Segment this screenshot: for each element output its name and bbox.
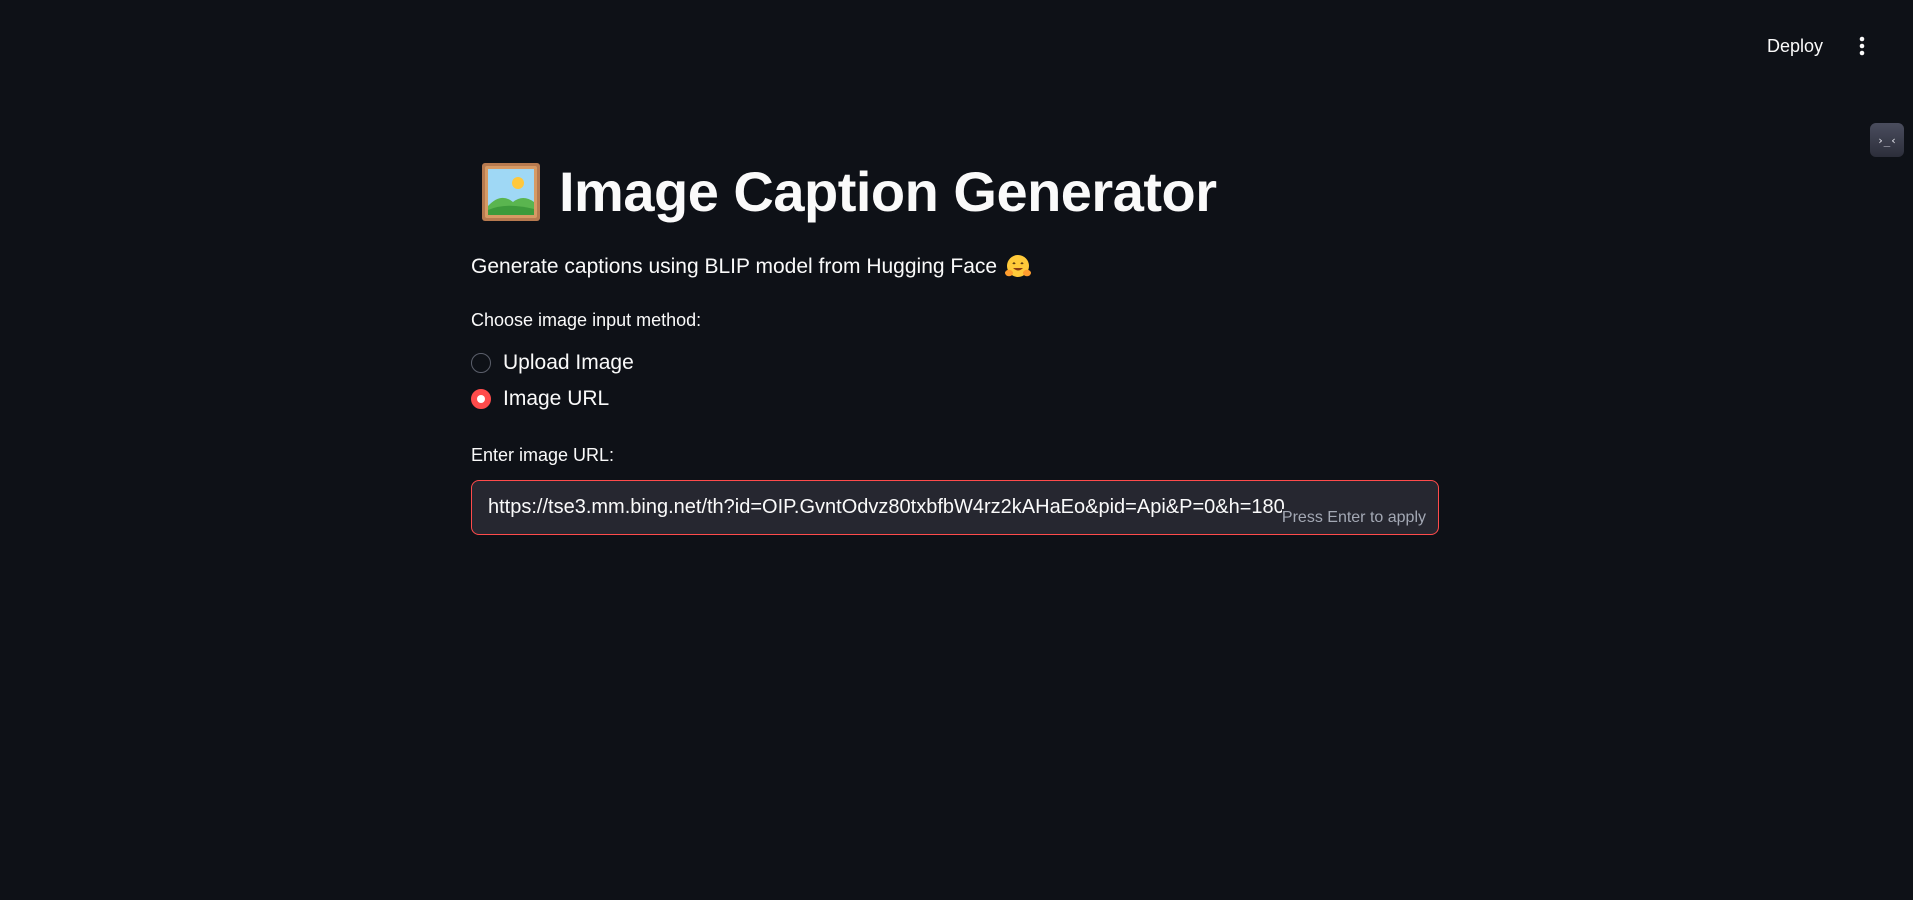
subtitle: Generate captions using BLIP model from … (471, 254, 1439, 280)
input-method-label: Choose image input method: (471, 310, 702, 330)
deploy-button[interactable]: Deploy (1753, 30, 1837, 62)
framed-picture-icon (482, 163, 540, 221)
url-field-label: Enter image URL: (471, 445, 615, 465)
hugging-face-icon (1005, 255, 1032, 277)
subtitle-text: Generate captions using BLIP model from … (471, 255, 998, 278)
main-content: Image Caption Generator Generate caption… (471, 150, 1439, 535)
url-input[interactable]: https://tse3.mm.bing.net/th?id=OIP.GvntO… (488, 481, 1288, 534)
radio-option-image-url[interactable]: Image URL (471, 381, 1439, 417)
url-input-container[interactable]: https://tse3.mm.bing.net/th?id=OIP.GvntO… (471, 480, 1439, 535)
radio-selected-icon[interactable] (471, 389, 491, 409)
input-method-radio-group: Upload Image Image URL (471, 345, 1439, 417)
radio-unselected-icon[interactable] (471, 353, 491, 373)
radio-option-label: Upload Image (503, 351, 634, 374)
title-row: Image Caption Generator (471, 150, 1439, 234)
side-widget-label: ›_‹ (1877, 133, 1897, 147)
page-title: Image Caption Generator (559, 160, 1217, 223)
radio-dot (477, 395, 485, 403)
press-enter-hint: Press Enter to apply (1281, 509, 1426, 527)
radio-option-label: Image URL (503, 387, 610, 410)
vertical-dots-icon (1859, 36, 1865, 56)
radio-option-upload-image[interactable]: Upload Image (471, 345, 1439, 381)
app-header: Deploy (0, 0, 1913, 60)
side-widget-button[interactable]: ›_‹ (1870, 123, 1904, 157)
main-menu-button[interactable] (1848, 30, 1876, 62)
